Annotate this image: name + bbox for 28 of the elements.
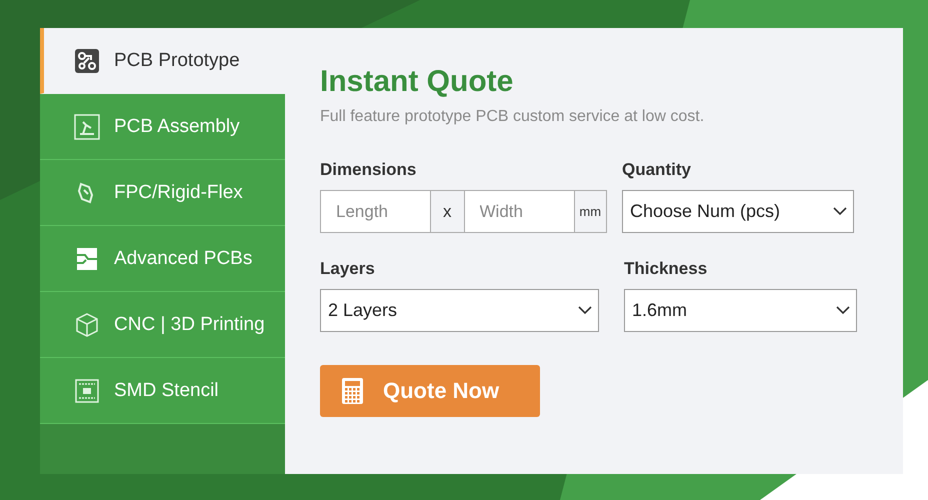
unit-label: mm [574,190,607,233]
chevron-icon [578,306,592,315]
layers-select[interactable]: 2 Layers [320,289,599,332]
form-title: Instant Quote [320,64,514,100]
field-label: Dimensions [320,160,418,180]
circuit-board-icon [74,246,100,272]
width-field[interactable]: Width [464,190,574,233]
field-label: Quantity [622,160,692,180]
chevron-icon [833,207,847,216]
circuit-icon [74,48,100,74]
sidebar-tab[interactable]: CNC | 3D Printing [40,292,285,358]
cube-icon [74,312,100,338]
sidebar-tab[interactable]: PCB Prototype [40,28,285,94]
form-subtitle: Full feature prototype PCB custom service at low cost. [320,108,706,126]
sidebar-tab[interactable]: FPC/Rigid-Flex [40,160,285,226]
chevron-icon [836,306,850,315]
thickness-select[interactable]: 1.6mm [624,289,857,332]
length-field[interactable]: Length [320,190,431,233]
separator-label: x [431,190,464,233]
stencil-icon [74,378,100,404]
sidebar-tab[interactable]: SMD Stencil [40,358,285,424]
sidebar-tab[interactable]: Advanced PCBs [40,226,285,292]
quote-now-button[interactable]: Quote Now [320,365,540,417]
field-label: Layers [320,259,376,279]
sidebar-tab[interactable]: PCB Assembly [40,94,285,160]
field-label: Thickness [624,259,708,279]
calculator-icon [342,378,363,404]
quantity-select[interactable]: Choose Num (pcs) [622,190,854,233]
